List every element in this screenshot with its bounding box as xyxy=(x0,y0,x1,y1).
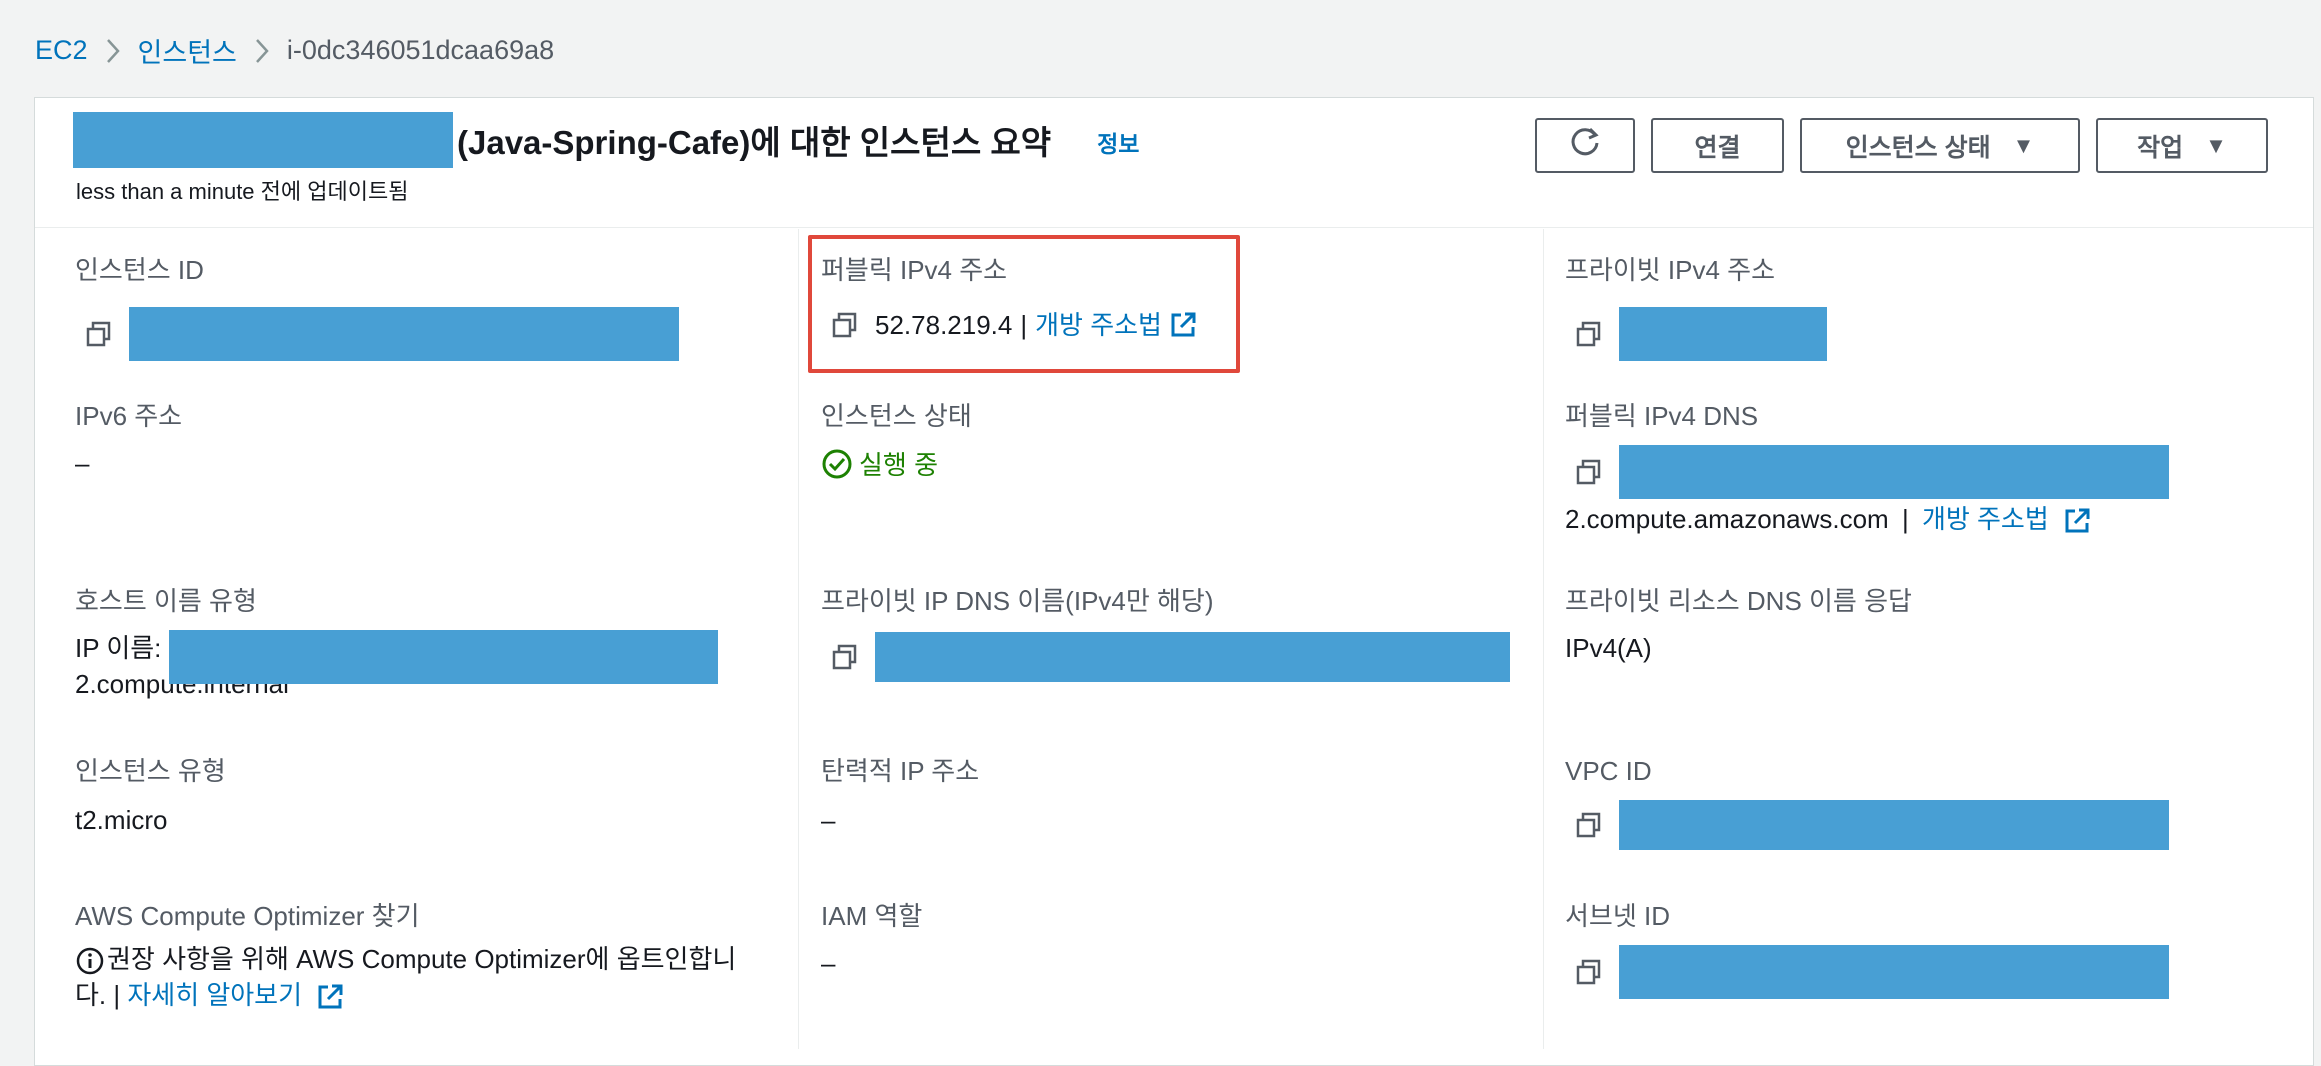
open-address-link[interactable]: 개방 주소법 xyxy=(1922,504,2049,534)
column-divider xyxy=(798,229,799,1049)
redacted-private-ip-dns xyxy=(875,632,1510,682)
connect-button-label: 연결 xyxy=(1694,133,1741,162)
redacted-subnet-id xyxy=(1619,945,2169,999)
field-label: 프라이빗 리소스 DNS 이름 응답 xyxy=(1565,586,1912,616)
external-link-icon xyxy=(2062,506,2092,536)
public-dns-value: 2.compute.amazonaws.com xyxy=(1565,504,1889,534)
page-title: (Java-Spring-Cafe)에 대한 인스턴스 요약 정보 xyxy=(73,112,1139,168)
title-text: (Java-Spring-Cafe)에 대한 인스턴스 요약 xyxy=(457,124,1052,161)
check-circle-icon xyxy=(822,449,852,478)
field-label: 인스턴스 ID xyxy=(75,255,204,285)
actions-dropdown[interactable]: 작업 ▼ xyxy=(2096,118,2268,173)
info-link[interactable]: 정보 xyxy=(1097,125,1139,159)
copy-icon[interactable] xyxy=(831,643,859,671)
field-label: IAM 역할 xyxy=(821,901,923,931)
instance-state-dropdown-label: 인스턴스 상태 xyxy=(1845,133,1991,162)
breadcrumb-instance-id: i-0dc346051dcaa69a8 xyxy=(286,34,555,65)
field-value: 권장 사항을 위해 AWS Compute Optimizer에 옵트인합니 xyxy=(107,944,737,974)
redacted-instance-id xyxy=(129,307,679,361)
instance-state-value: 실행 중 xyxy=(859,450,938,480)
field-subnet-id: 서브넷 ID xyxy=(1565,899,2169,999)
field-value: – xyxy=(821,805,836,835)
copy-icon[interactable] xyxy=(1575,811,1603,839)
panel-header: (Java-Spring-Cafe)에 대한 인스턴스 요약 정보 less t… xyxy=(35,98,2313,228)
field-label: 퍼블릭 IPv4 DNS xyxy=(1565,401,1759,431)
field-value: t2.micro xyxy=(75,805,168,835)
breadcrumb-instances[interactable]: 인스턴스 xyxy=(138,31,237,70)
connect-button[interactable]: 연결 xyxy=(1651,118,1784,173)
field-ipv6: IPv6 주소 – xyxy=(75,399,182,481)
learn-more-link[interactable]: 자세히 알아보기 xyxy=(127,980,302,1010)
breadcrumb: EC2 인스턴스 i-0dc346051dcaa69a8 xyxy=(35,28,554,72)
field-public-dns: 퍼블릭 IPv4 DNS 2.compute.amazonaws.com | 개… xyxy=(1565,399,2169,537)
instance-state-dropdown[interactable]: 인스턴스 상태 ▼ xyxy=(1800,118,2080,173)
copy-icon[interactable] xyxy=(1575,320,1603,348)
field-value: IPv4(A) xyxy=(1565,633,1652,663)
redacted-private-ipv4 xyxy=(1619,307,1827,361)
field-value: 다. | xyxy=(75,980,121,1010)
chevron-right-icon xyxy=(88,35,138,66)
redacted-instance-name xyxy=(73,112,453,168)
field-label: 프라이빗 IP DNS 이름(IPv4만 해당) xyxy=(821,586,1214,616)
caret-down-icon: ▼ xyxy=(2205,132,2227,158)
field-instance-type: 인스턴스 유형 t2.micro xyxy=(75,754,226,838)
public-ipv4-highlight xyxy=(808,235,1240,373)
field-elastic-ip: 탄력적 IP 주소 – xyxy=(821,754,979,838)
field-label: 서브넷 ID xyxy=(1565,901,1670,931)
field-hostname-type: 호스트 이름 유형 IP 이름: 2.compute.internal xyxy=(75,584,718,702)
field-label: 인스턴스 상태 xyxy=(821,401,972,431)
last-updated-text: less than a minute 전에 업데이트됨 xyxy=(76,179,409,204)
field-private-resource-dns: 프라이빗 리소스 DNS 이름 응답 IPv4(A) xyxy=(1565,584,1912,666)
external-link-icon xyxy=(315,982,345,1012)
separator: | xyxy=(1901,504,1909,534)
refresh-button[interactable] xyxy=(1535,118,1635,173)
breadcrumb-ec2[interactable]: EC2 xyxy=(35,35,88,66)
field-instance-id: 인스턴스 ID xyxy=(75,253,679,361)
caret-down-icon: ▼ xyxy=(2012,132,2035,158)
refresh-icon xyxy=(1568,125,1602,166)
field-private-ip-dns: 프라이빗 IP DNS 이름(IPv4만 해당) xyxy=(821,584,1510,682)
redacted-vpc-id xyxy=(1619,800,2169,850)
field-label: 인스턴스 유형 xyxy=(75,756,226,786)
field-label: 탄력적 IP 주소 xyxy=(821,756,980,786)
field-instance-state: 인스턴스 상태 실행 중 xyxy=(821,399,972,482)
field-label: VPC ID xyxy=(1565,756,1652,786)
field-label: 프라이빗 IPv4 주소 xyxy=(1565,255,1775,285)
field-label: 호스트 이름 유형 xyxy=(75,586,257,616)
field-value: – xyxy=(821,948,836,978)
actions-dropdown-label: 작업 xyxy=(2137,133,2184,162)
copy-icon[interactable] xyxy=(1575,458,1603,486)
field-compute-optimizer: AWS Compute Optimizer 찾기 권장 사항을 위해 AWS C… xyxy=(75,899,736,1013)
copy-icon[interactable] xyxy=(1575,958,1603,986)
redacted-public-dns xyxy=(1619,445,2169,499)
field-private-ipv4: 프라이빗 IPv4 주소 xyxy=(1565,253,1827,361)
field-label: IPv6 주소 xyxy=(75,401,183,431)
field-value: – xyxy=(75,448,90,478)
status-badge: 실행 중 xyxy=(821,445,972,482)
info-icon xyxy=(75,946,105,976)
column-divider xyxy=(1543,229,1544,1049)
field-iam-role: IAM 역할 – xyxy=(821,899,922,981)
redacted-hostname xyxy=(169,630,718,684)
field-label: AWS Compute Optimizer 찾기 xyxy=(75,901,420,931)
field-vpc-id: VPC ID xyxy=(1565,754,2169,850)
copy-icon[interactable] xyxy=(85,320,113,348)
chevron-right-icon xyxy=(237,35,287,66)
